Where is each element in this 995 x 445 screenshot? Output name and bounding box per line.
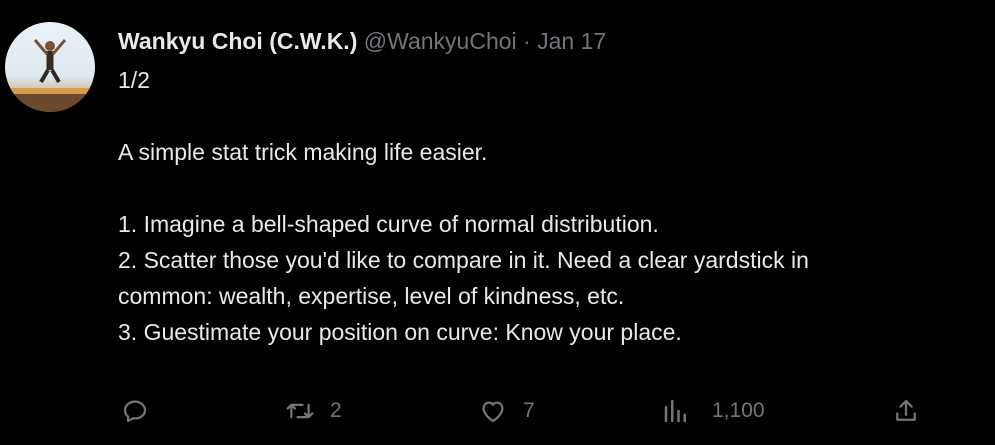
- like-count: 7: [523, 399, 535, 422]
- views-count: 1,100: [712, 399, 765, 422]
- author-handle[interactable]: @WankyuChoi: [364, 28, 517, 54]
- share-button[interactable]: [891, 396, 921, 426]
- author-name[interactable]: Wankyu Choi (C.W.K.): [118, 28, 357, 54]
- heart-icon: [482, 401, 504, 423]
- tweet-date[interactable]: Jan 17: [537, 28, 606, 54]
- tweet-line: [118, 170, 985, 206]
- tweet-line: 1. Imagine a bell-shaped curve of normal…: [118, 211, 659, 237]
- tweet-text: 1/2 A simple stat trick making life easi…: [118, 62, 985, 350]
- like-button[interactable]: 7: [477, 396, 535, 426]
- tweet-line: 2. Scatter those you'd like to compare i…: [118, 247, 809, 273]
- tweet-header: Wankyu Choi (C.W.K.) @WankyuChoi · Jan 1…: [118, 26, 985, 56]
- action-bar: 2 7 1,100: [0, 396, 995, 428]
- tweet-line: A simple stat trick making life easier.: [118, 139, 488, 165]
- tweet-line: 3. Guestimate your position on curve: Kn…: [118, 319, 682, 345]
- tweet-line: [118, 98, 985, 134]
- views-icon: [664, 399, 686, 423]
- separator-dot: ·: [523, 28, 531, 54]
- reply-icon: [123, 400, 147, 423]
- tweet-line: 1/2: [118, 67, 150, 93]
- avatar-image: [5, 39, 95, 112]
- retweet-count: 2: [330, 399, 342, 422]
- share-icon: [896, 399, 916, 421]
- retweet-icon: [286, 403, 314, 419]
- tweet-content: Wankyu Choi (C.W.K.) @WankyuChoi · Jan 1…: [118, 26, 985, 350]
- reply-button[interactable]: [120, 396, 150, 426]
- views-button[interactable]: 1,100: [662, 396, 765, 426]
- tweet[interactable]: Wankyu Choi (C.W.K.) @WankyuChoi · Jan 1…: [0, 0, 995, 445]
- retweet-button[interactable]: 2: [284, 396, 342, 426]
- tweet-line: common: wealth, expertise, level of kind…: [118, 283, 625, 309]
- avatar[interactable]: [5, 22, 95, 112]
